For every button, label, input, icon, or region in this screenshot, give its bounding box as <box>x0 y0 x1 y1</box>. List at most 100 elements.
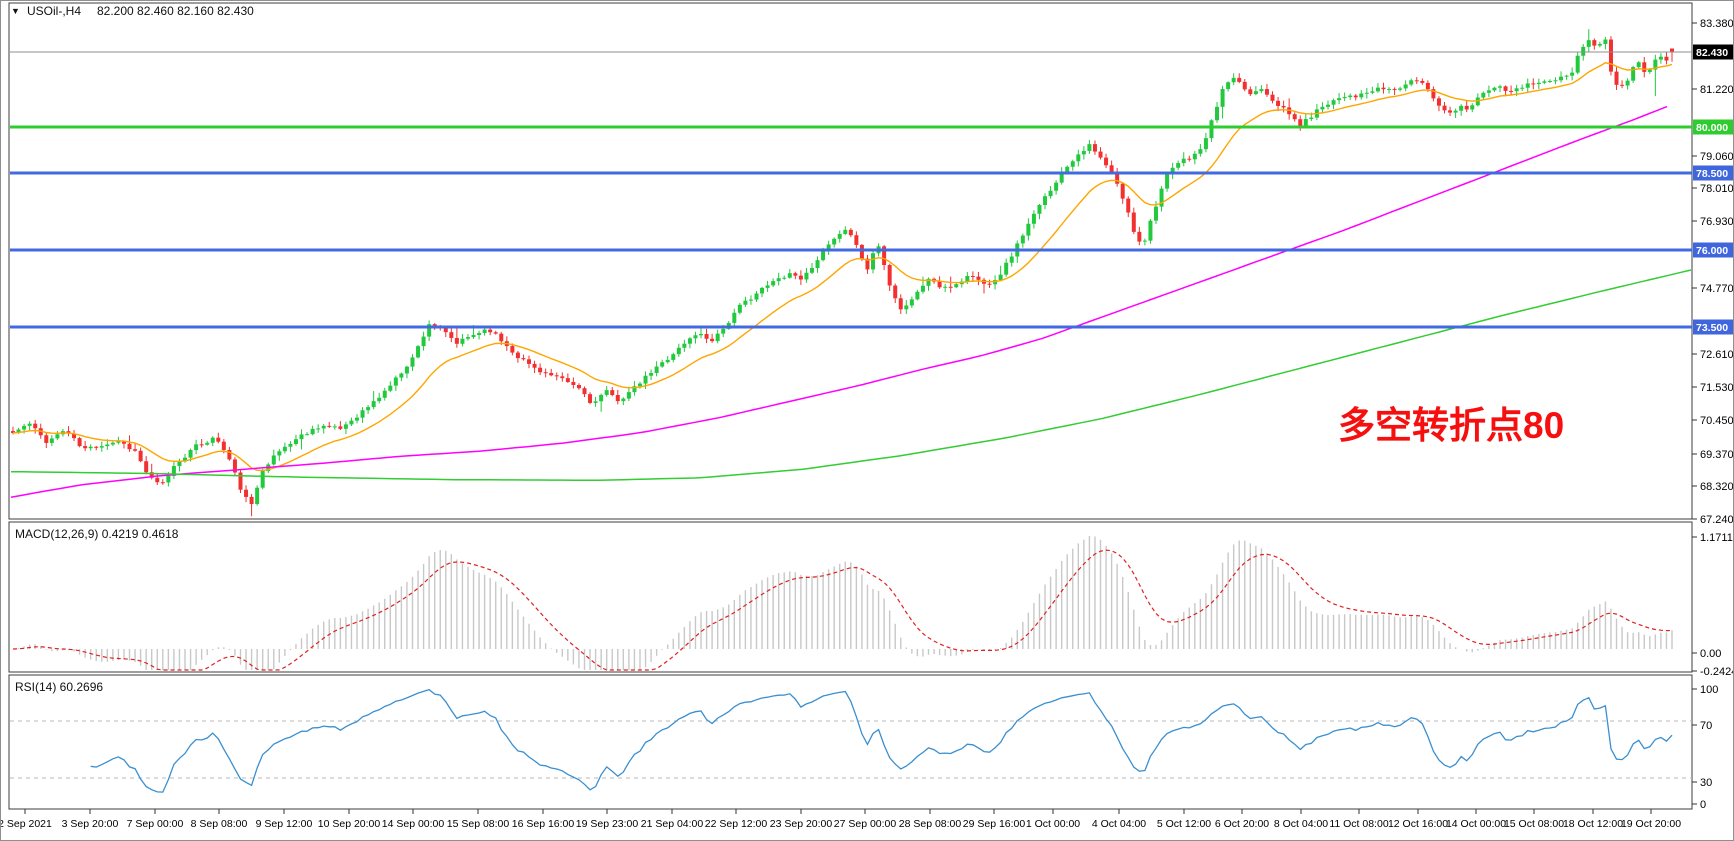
candle-body <box>782 278 786 279</box>
candle-body <box>1148 221 1152 241</box>
candle-body <box>1010 257 1014 263</box>
candle-body <box>1587 40 1591 47</box>
chart-window: 1.17110.00-0.2424 10070300 83.38081.2207… <box>0 0 1734 841</box>
candle-body <box>1598 44 1602 46</box>
candle-body <box>1276 101 1280 106</box>
candle-body <box>300 434 304 439</box>
candle-body <box>1465 106 1469 110</box>
macd-axis-label: 0.00 <box>1700 648 1721 660</box>
time-tick-label: 8 Oct 04:00 <box>1274 818 1328 830</box>
candle-body <box>422 337 426 347</box>
time-tick-label: 12 Oct 16:00 <box>1388 818 1448 830</box>
candle-body <box>255 488 259 504</box>
candle-body <box>605 390 609 395</box>
time-tick-label: 6 Oct 20:00 <box>1215 818 1269 830</box>
candle-body <box>1448 110 1452 112</box>
candle-body <box>721 329 725 334</box>
candle-body <box>954 284 958 287</box>
candle-body <box>410 357 414 366</box>
candle-body <box>1043 196 1047 205</box>
candle-body <box>305 434 309 435</box>
candle-body <box>921 286 925 292</box>
candle-body <box>749 300 753 301</box>
candle-body <box>366 407 370 410</box>
candle-body <box>1659 57 1663 60</box>
candle-body <box>594 401 598 403</box>
time-tick-label: 21 Sep 04:00 <box>641 818 704 830</box>
candle-body <box>777 278 781 281</box>
time-tick-label: 23 Sep 20:00 <box>770 818 833 830</box>
candle-body <box>194 444 198 450</box>
price-tick-label: 67.240 <box>1700 514 1734 526</box>
candle-body <box>128 444 132 449</box>
time-tick-label: 14 Oct 00:00 <box>1446 818 1506 830</box>
candle-body <box>1515 88 1519 91</box>
ma-slow-line <box>11 270 1691 480</box>
candle-body <box>44 435 48 443</box>
candle-body <box>533 364 537 368</box>
candle-body <box>599 395 603 401</box>
candle-body <box>1037 205 1041 214</box>
candle-body <box>1232 78 1236 82</box>
chart-title-symbol: USOil-,H4 <box>27 4 81 18</box>
collapse-arrow-icon[interactable]: ▼ <box>11 6 20 16</box>
candle-body <box>89 447 93 448</box>
candle-body <box>1254 91 1258 94</box>
candle-body <box>477 333 481 335</box>
candle-body <box>521 358 525 359</box>
candle-body <box>616 395 620 401</box>
candle-body <box>33 424 37 429</box>
candle-body <box>394 378 398 386</box>
time-tick-label: 14 Sep 00:00 <box>382 818 445 830</box>
candle-body <box>1531 83 1535 84</box>
candle-body <box>566 378 570 382</box>
candle-body <box>799 276 803 280</box>
candle-body <box>1504 86 1508 91</box>
rsi-panel-border <box>9 675 1692 809</box>
candle-body <box>1026 224 1030 236</box>
candle-body <box>1165 174 1169 188</box>
candle-body <box>1248 89 1252 94</box>
candle-body <box>1087 144 1091 151</box>
candle-body <box>638 384 642 387</box>
candle-body <box>1309 118 1313 119</box>
candle-body <box>743 301 747 305</box>
current-price-badge-label: 82.430 <box>1696 47 1728 59</box>
candle-body <box>904 305 908 309</box>
candle-body <box>361 410 365 417</box>
candle-body <box>1237 78 1241 82</box>
time-tick-label: 15 Sep 08:00 <box>447 818 510 830</box>
candle-body <box>971 276 975 277</box>
candle-body <box>1420 81 1424 83</box>
candle-body <box>1620 85 1624 86</box>
candle-body <box>1298 119 1302 126</box>
candle-body <box>649 373 653 376</box>
candle-body <box>499 334 503 342</box>
candle-body <box>910 299 914 305</box>
chart-canvas[interactable]: 1.17110.00-0.2424 10070300 83.38081.2207… <box>1 1 1734 841</box>
candle-body <box>860 245 864 259</box>
candle-body <box>1182 159 1186 163</box>
candle-body <box>1354 96 1358 98</box>
candle-body <box>788 273 792 278</box>
candle-body <box>804 273 808 280</box>
candle-body <box>111 443 115 445</box>
candle-body <box>405 367 409 374</box>
candle-body <box>1121 184 1125 199</box>
level-badge-label: 78.500 <box>1696 168 1728 180</box>
price-tick-label: 78.010 <box>1700 183 1734 195</box>
rsi-layer: 10070300 <box>10 684 1718 811</box>
candle-body <box>133 449 137 451</box>
candle-body <box>1099 152 1103 158</box>
candle-body <box>1320 107 1324 110</box>
time-tick-label: 9 Sep 12:00 <box>256 818 313 830</box>
candle-body <box>849 230 853 235</box>
candle-body <box>222 442 226 450</box>
price-axis: 83.38081.22079.06078.01076.93074.77072.6… <box>1692 18 1734 526</box>
time-tick-label: 7 Sep 00:00 <box>127 818 184 830</box>
rsi-indicator-label: RSI(14) 60.2696 <box>15 680 103 694</box>
rsi-axis-label: 70 <box>1700 720 1712 732</box>
candle-body <box>854 235 858 245</box>
price-tick-label: 76.930 <box>1700 216 1734 228</box>
candle-body <box>988 284 992 285</box>
